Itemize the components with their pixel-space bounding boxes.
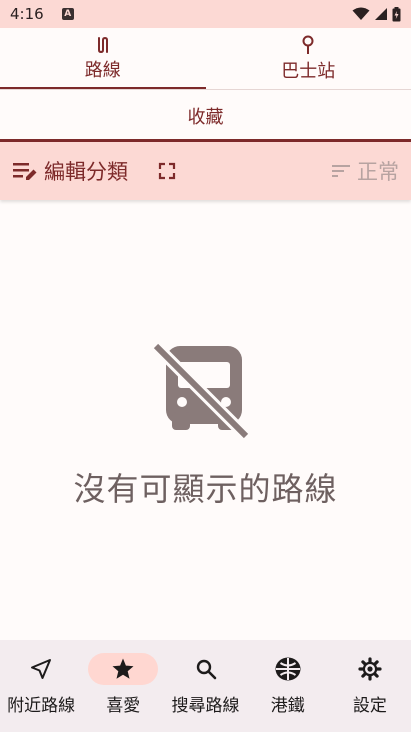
status-time: 4:16 bbox=[10, 5, 44, 23]
fullscreen-icon bbox=[158, 162, 176, 180]
nav-icon-container bbox=[88, 653, 159, 685]
top-tabs: 路線 巴士站 bbox=[0, 28, 411, 90]
sort-icon bbox=[332, 165, 350, 177]
category-tab-label: 收藏 bbox=[187, 107, 224, 128]
signal-icon bbox=[375, 8, 387, 20]
nav-nearby-routes-label: 附近路線 bbox=[7, 696, 76, 716]
near-me-icon bbox=[31, 659, 52, 679]
nav-favourites-label: 喜愛 bbox=[106, 696, 141, 716]
edit-categories-button[interactable]: 編輯分類 bbox=[12, 156, 128, 186]
edit-note-icon bbox=[13, 163, 37, 180]
nav-icon-container bbox=[335, 653, 405, 685]
nav-icon-container bbox=[253, 653, 323, 685]
search-icon bbox=[196, 659, 216, 680]
tab-bus-stops-label: 巴士站 bbox=[281, 61, 336, 82]
nav-favourites[interactable]: 喜愛 bbox=[82, 640, 164, 732]
bus-off-icon bbox=[152, 341, 251, 440]
nav-icon-container bbox=[171, 653, 241, 685]
route-icon bbox=[97, 36, 108, 54]
nav-mtr-label: 港鐵 bbox=[270, 696, 305, 716]
battery-icon bbox=[392, 6, 401, 21]
nav-settings[interactable]: 設定 bbox=[329, 640, 411, 732]
empty-message: 沒有可顯示的路線 bbox=[73, 470, 338, 508]
sort-button[interactable]: 正常 bbox=[331, 156, 399, 186]
nav-icon-container bbox=[6, 653, 76, 685]
category-tab-favourites[interactable]: 收藏 bbox=[0, 90, 411, 142]
empty-state: 沒有可顯示的路線 bbox=[0, 200, 411, 640]
sort-label: 正常 bbox=[357, 160, 399, 184]
nav-search-routes-label: 搜尋路線 bbox=[171, 696, 240, 716]
edit-categories-label: 編輯分類 bbox=[44, 160, 128, 184]
tab-bus-stops[interactable]: 巴士站 bbox=[206, 28, 411, 90]
favourites-toolbar: 編輯分類 正常 bbox=[0, 142, 411, 200]
nav-settings-label: 設定 bbox=[352, 696, 387, 716]
status-bar: 4:16 A bbox=[0, 0, 411, 28]
nav-nearby-routes[interactable]: 附近路線 bbox=[0, 640, 82, 732]
star-icon bbox=[112, 658, 134, 679]
nav-mtr[interactable]: 港鐵 bbox=[247, 640, 329, 732]
mtr-logo-icon bbox=[275, 657, 301, 681]
nav-search-routes[interactable]: 搜尋路線 bbox=[164, 640, 246, 732]
bus-stop-pin-icon bbox=[302, 35, 314, 54]
gear-icon bbox=[358, 657, 382, 681]
status-icons bbox=[352, 6, 401, 22]
bottom-navigation: 附近路線 喜愛 搜尋路線 港鐵 設定 bbox=[0, 640, 411, 732]
tab-routes[interactable]: 路線 bbox=[0, 28, 206, 90]
notification-app-icon: A bbox=[61, 8, 74, 20]
tab-routes-label: 路線 bbox=[84, 60, 121, 81]
fullscreen-button[interactable] bbox=[158, 162, 176, 180]
wifi-icon bbox=[352, 7, 370, 20]
